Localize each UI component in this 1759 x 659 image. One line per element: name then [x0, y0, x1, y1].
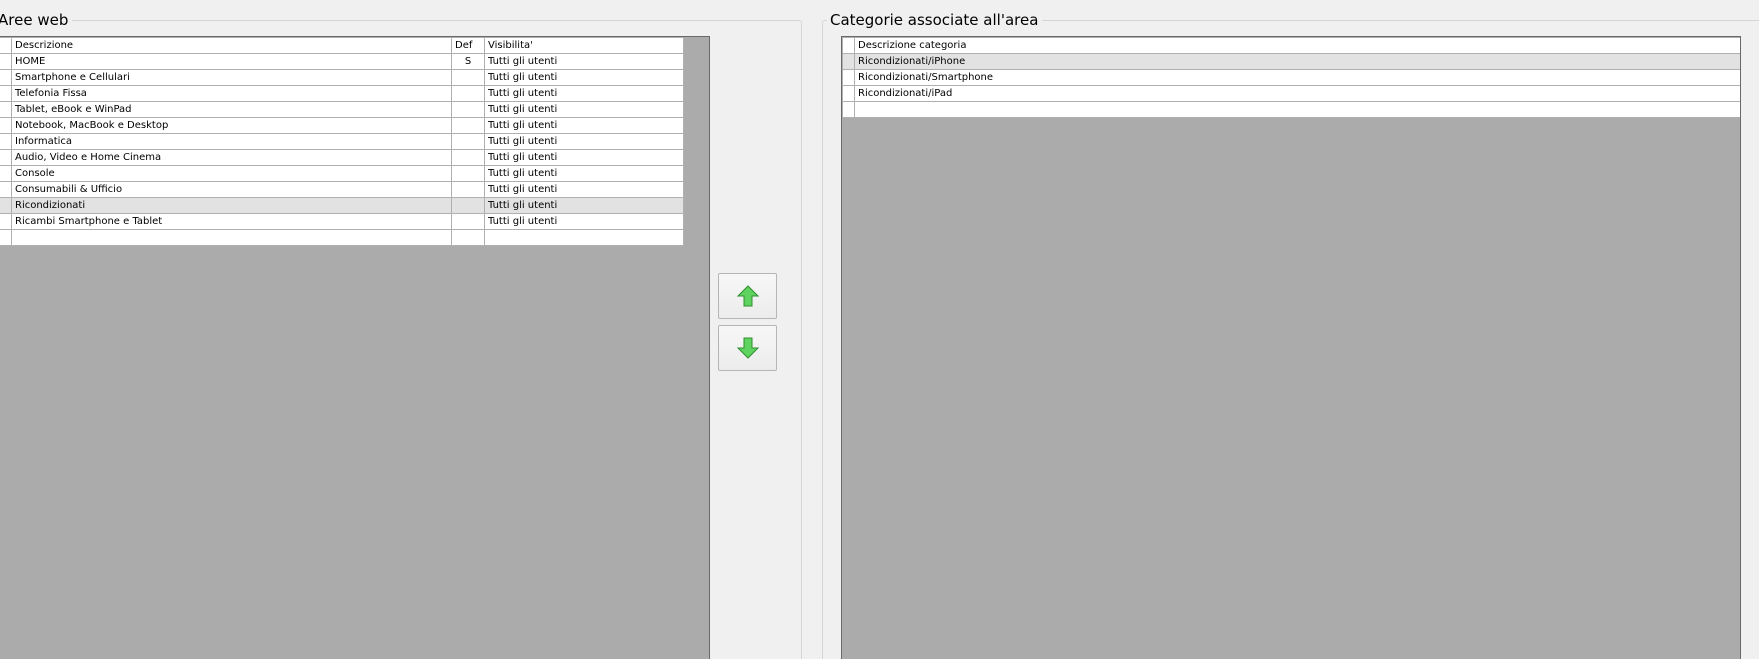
cell-descrizione[interactable]: Notebook, MacBook e Desktop [11, 117, 452, 134]
row-indicator-header [842, 37, 855, 54]
cell-visibilita[interactable]: Tutti gli utenti [484, 101, 684, 118]
cell-def[interactable] [451, 213, 485, 230]
row-indicator[interactable] [0, 53, 12, 70]
cell-def[interactable] [451, 117, 485, 134]
column-header-descrizione[interactable]: Descrizione [11, 37, 452, 54]
table-row[interactable]: Smartphone e Cellulari Tutti gli utenti [0, 69, 684, 86]
table-row[interactable]: Console Tutti gli utenti [0, 165, 684, 182]
table-row[interactable]: Consumabili & Ufficio Tutti gli utenti [0, 181, 684, 198]
table-row[interactable]: Tablet, eBook e WinPad Tutti gli utenti [0, 101, 684, 118]
green-arrow-up-icon [736, 285, 759, 307]
cell-visibilita[interactable]: Tutti gli utenti [484, 197, 684, 214]
cell-descrizione-categoria[interactable]: Ricondizionati/iPad [854, 85, 1740, 102]
categorie-table[interactable]: Descrizione categoria Ricondizionati/iPh… [842, 37, 1740, 118]
row-indicator[interactable] [842, 53, 855, 70]
cell-descrizione[interactable]: Audio, Video e Home Cinema [11, 149, 452, 166]
cell-descrizione[interactable]: HOME [11, 53, 452, 70]
categorie-title: Categorie associate all'area [827, 10, 1043, 30]
aree-web-grid[interactable]: Descrizione Def Visibilita' HOME S Tutti g… [0, 36, 710, 659]
aree-web-table[interactable]: Descrizione Def Visibilita' HOME S Tutti g… [0, 37, 684, 246]
empty-cell[interactable] [484, 229, 684, 246]
row-indicator[interactable] [0, 149, 12, 166]
cell-visibilita[interactable]: Tutti gli utenti [484, 213, 684, 230]
empty-cell[interactable] [11, 229, 452, 246]
row-indicator[interactable] [0, 213, 12, 230]
categorie-header-row: Descrizione categoria [842, 37, 1740, 54]
empty-cell[interactable] [842, 101, 855, 118]
new-row[interactable] [842, 101, 1740, 118]
cell-visibilita[interactable]: Tutti gli utenti [484, 117, 684, 134]
cell-def[interactable] [451, 101, 485, 118]
cell-visibilita[interactable]: Tutti gli utenti [484, 181, 684, 198]
cell-def[interactable] [451, 197, 485, 214]
table-row[interactable]: Ricondizionati/iPad [842, 85, 1740, 102]
table-row[interactable]: Audio, Video e Home Cinema Tutti gli uten… [0, 149, 684, 166]
cell-descrizione[interactable]: Consumabili & Ufficio [11, 181, 452, 198]
table-row[interactable]: Informatica Tutti gli utenti [0, 133, 684, 150]
row-indicator[interactable] [0, 181, 12, 198]
cell-visibilita[interactable]: Tutti gli utenti [484, 69, 684, 86]
empty-cell[interactable] [854, 101, 1740, 118]
cell-def[interactable] [451, 165, 485, 182]
table-row[interactable]: Ricondizionati/Smartphone [842, 69, 1740, 86]
window-root: Aree web Descrizione Def Visibilita' HOM… [0, 0, 1759, 659]
row-indicator-header [0, 37, 12, 54]
row-indicator[interactable] [842, 85, 855, 102]
row-indicator[interactable] [0, 69, 12, 86]
cell-def[interactable] [451, 181, 485, 198]
cell-descrizione[interactable]: Console [11, 165, 452, 182]
column-header-descrizione-categoria[interactable]: Descrizione categoria [854, 37, 1740, 54]
categorie-grid[interactable]: Descrizione categoria Ricondizionati/iPh… [841, 36, 1741, 659]
cell-visibilita[interactable]: Tutti gli utenti [484, 85, 684, 102]
cell-def[interactable] [451, 85, 485, 102]
cell-descrizione[interactable]: Informatica [11, 133, 452, 150]
table-row[interactable]: Ricondizionati Tutti gli utenti [0, 197, 684, 214]
column-header-def[interactable]: Def [451, 37, 485, 54]
cell-def[interactable] [451, 149, 485, 166]
cell-def[interactable] [451, 133, 485, 150]
table-row[interactable]: Ricambi Smartphone e Tablet Tutti gli ute… [0, 213, 684, 230]
row-indicator[interactable] [0, 85, 12, 102]
cell-descrizione[interactable]: Telefonia Fissa [11, 85, 452, 102]
cell-descrizione-categoria[interactable]: Ricondizionati/iPhone [854, 53, 1740, 70]
cell-visibilita[interactable]: Tutti gli utenti [484, 165, 684, 182]
cell-descrizione[interactable]: Ricondizionati [11, 197, 452, 214]
row-indicator[interactable] [0, 197, 12, 214]
move-down-button[interactable] [718, 325, 777, 371]
table-row[interactable]: HOME S Tutti gli utenti [0, 53, 684, 70]
cell-def[interactable] [451, 69, 485, 86]
cell-descrizione[interactable]: Smartphone e Cellulari [11, 69, 452, 86]
table-row[interactable]: Ricondizionati/iPhone [842, 53, 1740, 70]
cell-visibilita[interactable]: Tutti gli utenti [484, 149, 684, 166]
table-row[interactable]: Telefonia Fissa Tutti gli utenti [0, 85, 684, 102]
aree-web-header-row: Descrizione Def Visibilita' [0, 37, 684, 54]
cell-def[interactable]: S [451, 53, 485, 70]
green-arrow-down-icon [736, 337, 759, 359]
move-up-button[interactable] [718, 273, 777, 319]
row-indicator[interactable] [0, 101, 12, 118]
cell-descrizione[interactable]: Tablet, eBook e WinPad [11, 101, 452, 118]
row-indicator[interactable] [0, 165, 12, 182]
empty-cell[interactable] [451, 229, 485, 246]
table-row[interactable]: Notebook, MacBook e Desktop Tutti gli ute… [0, 117, 684, 134]
row-indicator[interactable] [842, 69, 855, 86]
empty-cell[interactable] [0, 229, 12, 246]
cell-descrizione[interactable]: Ricambi Smartphone e Tablet [11, 213, 452, 230]
column-header-visibilita[interactable]: Visibilita' [484, 37, 684, 54]
new-row[interactable] [0, 229, 684, 246]
row-indicator[interactable] [0, 133, 12, 150]
cell-descrizione-categoria[interactable]: Ricondizionati/Smartphone [854, 69, 1740, 86]
cell-visibilita[interactable]: Tutti gli utenti [484, 133, 684, 150]
cell-visibilita[interactable]: Tutti gli utenti [484, 53, 684, 70]
aree-web-title: Aree web [0, 10, 73, 30]
row-indicator[interactable] [0, 117, 12, 134]
